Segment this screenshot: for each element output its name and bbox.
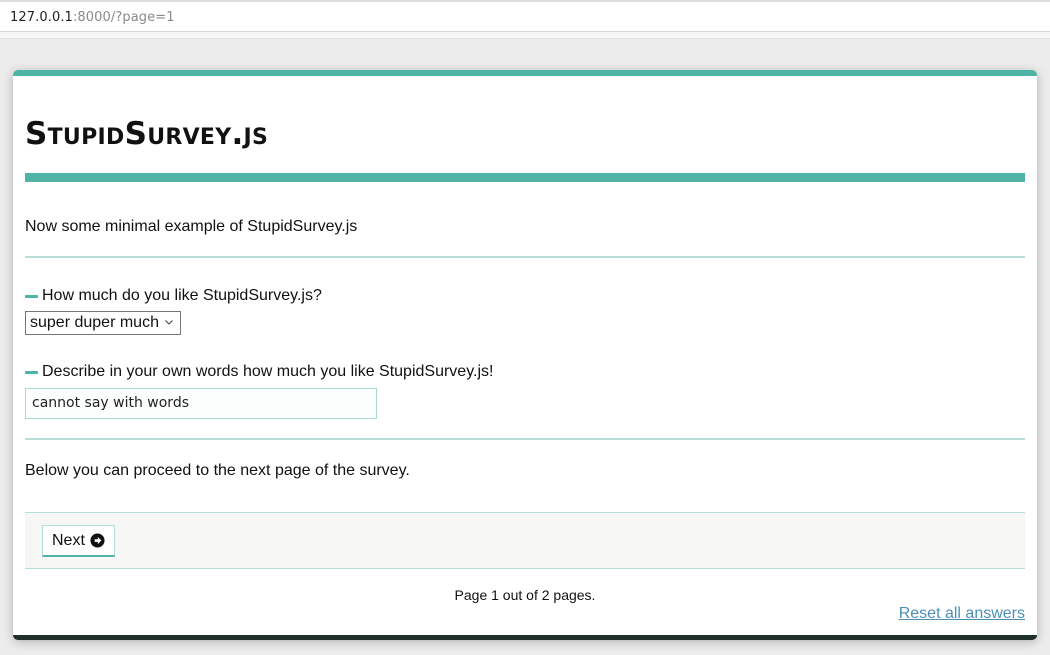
page-title: StupidSurvey.js <box>25 116 269 152</box>
describe-text-input[interactable]: cannot say with words <box>25 388 377 419</box>
divider <box>25 256 1025 258</box>
question-marker-icon <box>25 370 38 374</box>
url-path: :8000/?page=1 <box>72 10 175 25</box>
next-button-label: Next <box>52 531 85 549</box>
question-2-label: Describe in your own words how much you … <box>25 363 493 381</box>
page-indicator: Page 1 out of 2 pages. <box>454 587 596 603</box>
next-button[interactable]: Next <box>42 525 115 557</box>
survey-card: StupidSurvey.js Now some minimal example… <box>13 70 1037 640</box>
arrow-circle-right-icon <box>90 533 105 548</box>
like-level-select[interactable]: super duper much <box>25 311 181 335</box>
title-underline <box>25 173 1025 182</box>
url-text[interactable]: 127.0.0.1:8000/?page=1 <box>10 10 175 25</box>
proceed-text: Below you can proceed to the next page o… <box>25 462 410 479</box>
toolbar-separator <box>0 32 1050 39</box>
url-host: 127.0.0.1 <box>10 10 73 25</box>
chevron-down-icon <box>165 320 173 325</box>
divider <box>25 438 1025 440</box>
question-2-text: Describe in your own words how much you … <box>42 363 494 380</box>
question-1-text: How much do you like StupidSurvey.js? <box>42 287 322 304</box>
question-1-label: How much do you like StupidSurvey.js? <box>25 287 322 305</box>
question-marker-icon <box>25 294 38 298</box>
select-value: super duper much <box>30 314 159 331</box>
reset-answers-link[interactable]: Reset all answers <box>899 605 1025 623</box>
address-bar[interactable]: 127.0.0.1:8000/?page=1 <box>0 0 1050 32</box>
navigation-bar: Next <box>25 512 1025 569</box>
intro-text: Now some minimal example of StupidSurvey… <box>25 218 358 235</box>
